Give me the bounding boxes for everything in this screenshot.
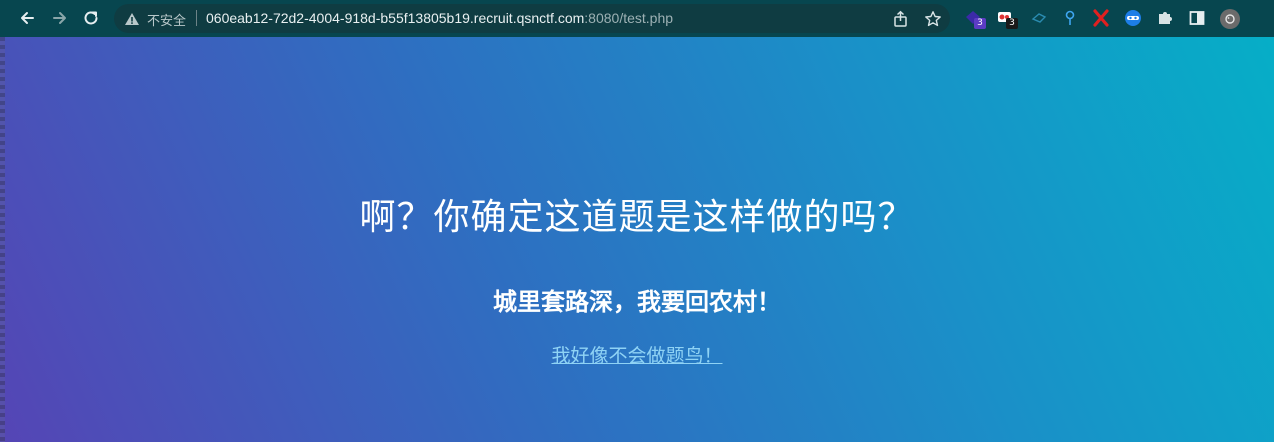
share-icon[interactable]	[892, 10, 910, 28]
leaf-icon	[1031, 13, 1047, 23]
hint-link-container: 我好像不会做题鸟！	[0, 341, 1274, 368]
page-subheading: 城里套路深，我要回农村！	[493, 288, 781, 316]
extension-badge: 3	[1006, 18, 1018, 29]
forward-button[interactable]	[49, 7, 71, 29]
extension-x-button[interactable]	[1092, 9, 1110, 27]
extension-pin-button[interactable]	[1061, 9, 1079, 27]
extension-red-button[interactable]: 3	[996, 9, 1018, 29]
warning-icon[interactable]	[124, 11, 140, 27]
security-label[interactable]: 不安全	[147, 10, 186, 29]
extension-purple-button[interactable]: 3	[964, 9, 986, 29]
reload-icon	[84, 11, 98, 25]
page-heading: 啊？你确定这道题是这样做的吗？	[359, 197, 915, 238]
side-panel-icon	[1189, 11, 1205, 25]
extension-mask-button[interactable]	[1124, 9, 1142, 27]
browser-toolbar: 不安全 060eab12-72d2-4004-918d-b55f13805b19…	[0, 0, 1274, 37]
side-panel-button[interactable]	[1188, 9, 1206, 27]
extension-badge: 3	[974, 18, 986, 29]
pin-icon	[1065, 10, 1075, 25]
profile-button[interactable]	[1219, 8, 1241, 30]
omnibox-divider	[196, 10, 197, 26]
reload-button[interactable]	[80, 7, 102, 29]
url-host: 060eab12-72d2-4004-918d-b55f13805b19.rec…	[206, 10, 585, 26]
avatar-icon	[1220, 9, 1240, 29]
hint-link[interactable]: 我好像不会做题鸟！	[551, 345, 722, 367]
arrow-left-icon	[21, 12, 34, 24]
url-path: :8080/test.php	[584, 10, 674, 26]
back-button[interactable]	[16, 7, 38, 29]
arrow-right-icon	[53, 12, 66, 24]
extensions-menu-button[interactable]	[1156, 9, 1174, 27]
x-icon	[1093, 9, 1109, 27]
puzzle-icon	[1159, 12, 1172, 24]
mask-icon	[1125, 10, 1141, 26]
address-bar[interactable]: 不安全 060eab12-72d2-4004-918d-b55f13805b19…	[114, 4, 950, 33]
browser-window: 不安全 060eab12-72d2-4004-918d-b55f13805b19…	[0, 0, 1274, 442]
star-icon[interactable]	[924, 10, 942, 28]
url-text[interactable]: 060eab12-72d2-4004-918d-b55f13805b19.rec…	[206, 10, 673, 26]
extension-ghost-button[interactable]	[1030, 9, 1048, 27]
